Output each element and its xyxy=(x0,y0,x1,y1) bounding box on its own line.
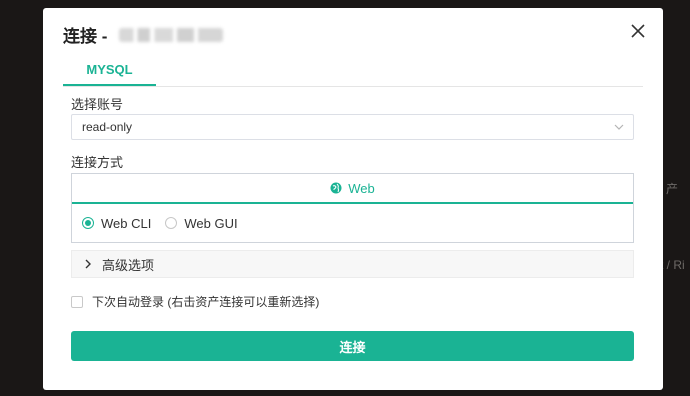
radio-web-cli[interactable]: Web CLI xyxy=(82,216,151,231)
method-options: Web CLI Web GUI xyxy=(72,204,633,242)
tab-mysql[interactable]: MYSQL xyxy=(63,60,156,86)
auto-login-label: 下次自动登录 (右击资产连接可以重新选择) xyxy=(92,295,320,309)
redacted-asset-name xyxy=(119,27,224,42)
radio-web-gui[interactable]: Web GUI xyxy=(165,215,238,231)
dialog-title: 连接 - xyxy=(63,22,224,47)
account-select-value: read-only xyxy=(82,120,133,134)
radio-unchecked-icon[interactable] xyxy=(165,217,178,229)
chevron-down-icon xyxy=(614,124,624,130)
connect-method-label: 连接方式 xyxy=(71,155,124,170)
connect-dialog: 连接 - MYSQL 选择账号 read-only 连接方式 Web Web C… xyxy=(43,8,663,390)
method-tab-label: Web xyxy=(348,180,375,196)
background-text: t / Ri xyxy=(660,258,685,272)
radio-checked-icon[interactable] xyxy=(82,217,94,229)
dialog-title-text: 连接 - xyxy=(63,27,108,46)
connect-button[interactable]: 连接 xyxy=(71,331,634,361)
background-text: 产 xyxy=(666,182,679,196)
chevron-right-icon xyxy=(85,259,91,269)
close-icon[interactable] xyxy=(629,22,647,40)
auto-login-option[interactable]: 下次自动登录 (右击资产连接可以重新选择) xyxy=(71,293,319,310)
radio-label: Web GUI xyxy=(184,215,238,231)
protocol-tabs: MYSQL xyxy=(63,60,643,87)
auto-login-checkbox[interactable] xyxy=(71,295,83,308)
advanced-options-label: 高级选项 xyxy=(102,257,155,273)
method-tab-web[interactable]: Web xyxy=(72,174,633,204)
connect-method-panel: Web Web CLI Web GUI xyxy=(71,173,634,243)
advanced-options-toggle[interactable]: 高级选项 xyxy=(71,250,634,278)
radio-label: Web CLI xyxy=(101,215,152,231)
account-label: 选择账号 xyxy=(71,97,124,112)
globe-icon xyxy=(330,182,342,194)
account-select[interactable]: read-only xyxy=(71,114,634,140)
